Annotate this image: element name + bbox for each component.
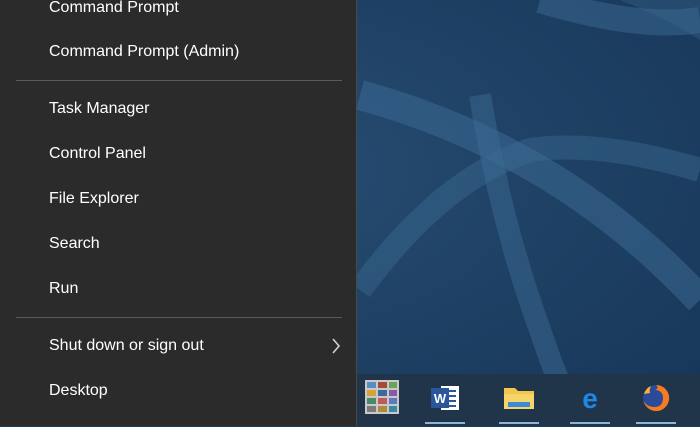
chevron-right-icon [332, 338, 341, 354]
edge-icon-letter: e [582, 383, 598, 414]
edge-icon-graphic: e [582, 383, 598, 414]
menu-item-label: Shut down or sign out [49, 337, 204, 354]
firefox-icon[interactable] [632, 374, 680, 424]
menu-item-run[interactable]: Run [0, 269, 356, 309]
menu-item-desktop[interactable]: Desktop [0, 371, 356, 411]
gallery-app-icon[interactable] [359, 374, 407, 422]
menu-item-control-panel[interactable]: Control Panel [0, 134, 356, 174]
gallery-app-icon-graphic [365, 380, 399, 414]
edge-icon[interactable]: e [566, 374, 614, 424]
winx-power-user-menu: Command Prompt Command Prompt (Admin) Ta… [0, 0, 357, 426]
menu-item-command-prompt-admin[interactable]: Command Prompt (Admin) [0, 32, 356, 72]
menu-item-shut-down-or-sign-out[interactable]: Shut down or sign out [0, 326, 356, 366]
menu-separator [16, 317, 342, 318]
word-icon-graphic: W [431, 386, 459, 410]
menu-item-search[interactable]: Search [0, 224, 356, 264]
file-explorer-icon[interactable] [495, 374, 543, 424]
firefox-icon-graphic [643, 384, 670, 411]
file-explorer-icon-graphic [504, 388, 534, 409]
word-icon-letter: W [434, 391, 447, 406]
word-icon[interactable]: W [421, 374, 469, 424]
menu-item-file-explorer[interactable]: File Explorer [0, 179, 356, 219]
taskbar: W e [357, 374, 700, 426]
menu-item-command-prompt[interactable]: Command Prompt [0, 0, 356, 28]
menu-item-task-manager[interactable]: Task Manager [0, 89, 356, 129]
menu-separator [16, 80, 342, 81]
